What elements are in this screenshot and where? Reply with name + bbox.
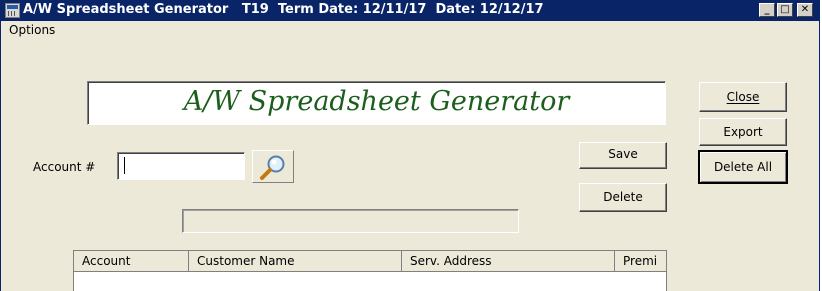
column-header-account[interactable]: Account <box>74 251 189 271</box>
maximize-button[interactable]: □ <box>777 3 793 17</box>
banner-title: A/W Spreadsheet Generator <box>183 86 570 117</box>
save-button-label: Save <box>608 147 638 161</box>
banner-panel: A/W Spreadsheet Generator <box>87 81 666 125</box>
export-button[interactable]: Export <box>699 118 787 146</box>
title-bar[interactable]: A/W Spreadsheet Generator T19 Term Date:… <box>1 0 819 21</box>
account-input[interactable] <box>117 152 245 180</box>
delete-all-button[interactable]: Delete All <box>698 150 788 184</box>
close-icon: ✕ <box>800 4 810 15</box>
column-header-serv-address[interactable]: Serv. Address <box>402 251 615 271</box>
progress-bar <box>182 209 519 233</box>
close-button[interactable]: Close <box>699 82 787 112</box>
close-button-label: Close <box>726 90 760 104</box>
menu-bar: Options <box>1 21 819 41</box>
maximize-icon: □ <box>780 4 790 15</box>
text-caret <box>124 157 125 174</box>
export-button-label: Export <box>723 125 763 139</box>
grid-header: Account Customer Name Serv. Address Prem… <box>74 251 666 272</box>
column-header-customer-name[interactable]: Customer Name <box>189 251 402 271</box>
delete-button[interactable]: Delete <box>579 183 667 212</box>
menu-options[interactable]: Options <box>9 23 55 37</box>
magnifier-icon <box>260 155 285 180</box>
window-title: A/W Spreadsheet Generator T19 Term Date:… <box>23 2 544 17</box>
account-label: Account # <box>33 160 96 174</box>
column-header-premise[interactable]: Premi <box>615 251 666 271</box>
minimize-icon: _ <box>764 4 770 15</box>
minimize-button[interactable]: _ <box>759 3 775 17</box>
app-icon[interactable] <box>5 3 20 18</box>
search-button[interactable] <box>252 150 294 183</box>
accounts-grid[interactable]: Account Customer Name Serv. Address Prem… <box>73 250 667 291</box>
close-window-button[interactable]: ✕ <box>797 3 813 17</box>
delete-button-label: Delete <box>603 190 643 204</box>
main-window: A/W Spreadsheet Generator T19 Term Date:… <box>0 0 820 291</box>
delete-all-button-label: Delete All <box>713 160 773 174</box>
save-button[interactable]: Save <box>579 142 667 169</box>
